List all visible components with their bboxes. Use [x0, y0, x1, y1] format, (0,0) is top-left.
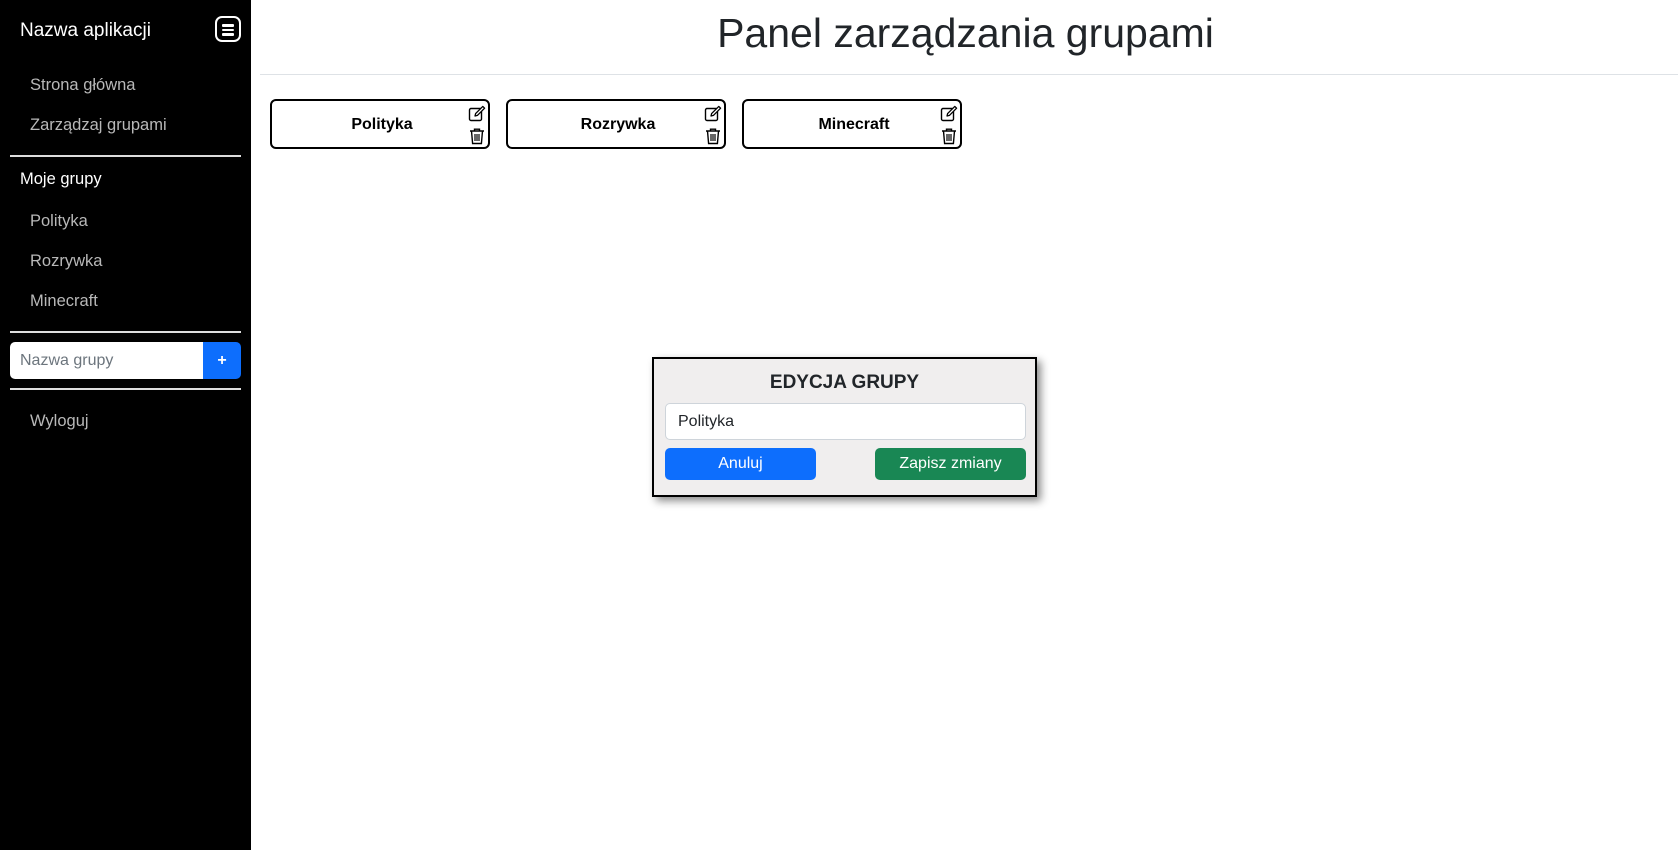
- trash-icon[interactable]: [704, 127, 722, 145]
- modal-title: EDYCJA GRUPY: [769, 372, 920, 393]
- trash-icon[interactable]: [940, 127, 958, 145]
- title-divider: [260, 74, 1678, 75]
- trash-icon[interactable]: [468, 127, 486, 145]
- sidebar-divider: [10, 155, 241, 157]
- new-group-form: +: [10, 342, 241, 379]
- group-card-name: Minecraft: [818, 116, 890, 133]
- logout-link[interactable]: Wyloguj: [30, 412, 89, 431]
- edit-icon[interactable]: [940, 105, 958, 123]
- page-title: Panel zarządzania grupami: [717, 10, 1214, 56]
- edit-icon[interactable]: [468, 105, 486, 123]
- group-name-input[interactable]: [665, 403, 1026, 440]
- save-changes-button[interactable]: Zapisz zmiany: [875, 448, 1026, 480]
- sidebar-divider: [10, 331, 241, 333]
- sidebar-header: Nazwa aplikacji: [20, 16, 241, 46]
- add-group-button[interactable]: +: [203, 342, 241, 379]
- group-card-name: Rozrywka: [580, 116, 656, 133]
- new-group-name-input[interactable]: [10, 342, 203, 379]
- hamburger-menu-icon[interactable]: [215, 16, 241, 42]
- sidebar-link-manage-groups[interactable]: Zarządzaj grupami: [30, 116, 167, 135]
- sidebar-group-minecraft[interactable]: Minecraft: [30, 292, 98, 311]
- my-groups-heading: Moje grupy: [20, 170, 102, 188]
- sidebar-link-home[interactable]: Strona główna: [30, 76, 136, 95]
- app-name: Nazwa aplikacji: [20, 20, 151, 41]
- sidebar: Nazwa aplikacji Strona główna Zarządzaj …: [0, 0, 251, 850]
- group-card-minecraft: Minecraft: [742, 99, 962, 149]
- edit-icon[interactable]: [704, 105, 722, 123]
- sidebar-group-rozrywka[interactable]: Rozrywka: [30, 252, 102, 271]
- group-card-name: Polityka: [351, 116, 413, 133]
- edit-group-modal: EDYCJA GRUPY Anuluj Zapisz zmiany: [652, 357, 1037, 497]
- sidebar-divider: [10, 388, 241, 390]
- group-card-polityka: Polityka: [270, 99, 490, 149]
- cancel-button[interactable]: Anuluj: [665, 448, 816, 480]
- group-card-rozrywka: Rozrywka: [506, 99, 726, 149]
- sidebar-group-polityka[interactable]: Polityka: [30, 212, 88, 231]
